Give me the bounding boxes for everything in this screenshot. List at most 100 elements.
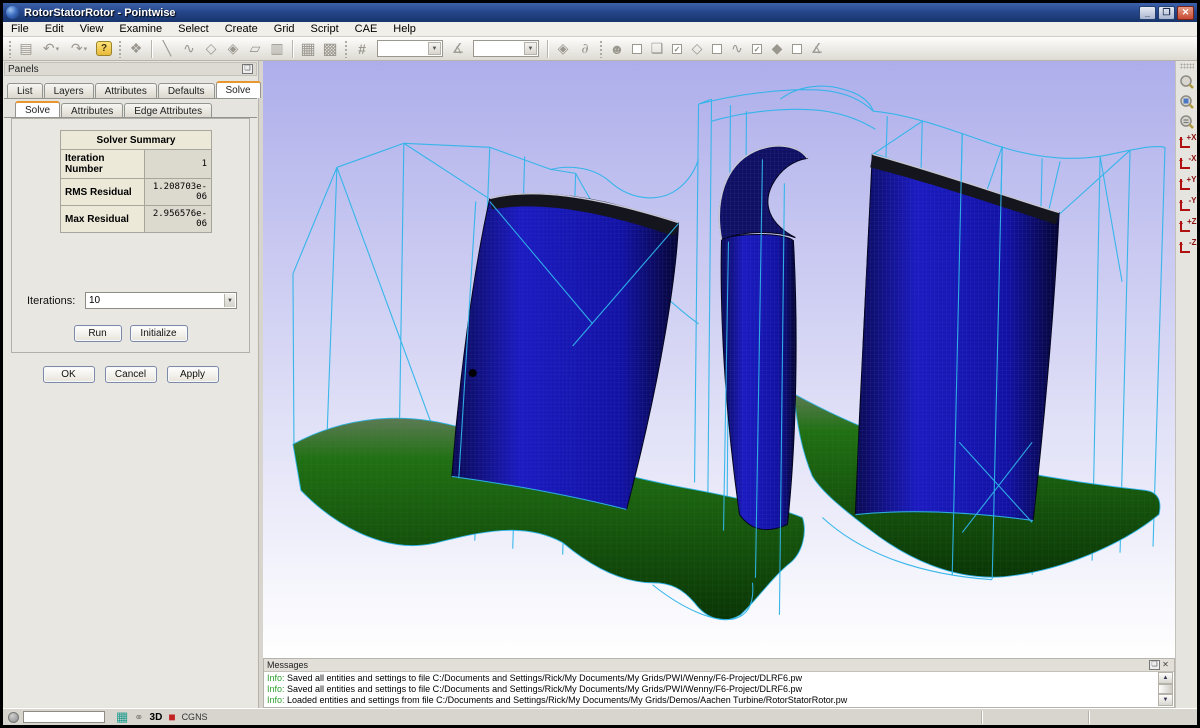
partial-derivative-icon[interactable]: ∂ [574, 39, 596, 59]
axis-label: -X [1189, 154, 1197, 163]
view-plus-y-button[interactable]: +Y [1177, 175, 1197, 194]
toolbar-grip[interactable] [599, 40, 603, 58]
restore-button[interactable]: ❐ [1158, 6, 1175, 20]
create-connector-icon[interactable]: ╲ [156, 39, 178, 59]
menu-cae[interactable]: CAE [347, 23, 386, 35]
mask-domains-checkbox[interactable] [712, 44, 722, 54]
statusbar-separator [1088, 711, 1089, 724]
initialize-button[interactable]: Initialize [130, 325, 188, 342]
diamond-tool-icon[interactable]: ◈ [552, 39, 574, 59]
tab-layers[interactable]: Layers [44, 83, 94, 98]
menu-examine[interactable]: Examine [111, 23, 170, 35]
zoom-extents-icon[interactable] [1178, 93, 1196, 111]
scroll-thumb[interactable] [1158, 684, 1173, 694]
undo-icon[interactable]: ↶▾ [37, 39, 65, 59]
iterations-label: Iterations: [27, 295, 85, 307]
scroll-up-icon[interactable]: ▲ [1158, 672, 1173, 684]
menu-create[interactable]: Create [217, 23, 266, 35]
toolbar-grip[interactable] [118, 40, 122, 58]
tab-attributes[interactable]: Attributes [95, 83, 157, 98]
menu-file[interactable]: File [3, 23, 37, 35]
dock-pin-icon[interactable]: ❏ [242, 64, 253, 74]
layer-stack-icon[interactable]: ❖ [125, 39, 147, 59]
help-icon[interactable]: ? [93, 39, 115, 59]
mask-domains-icon[interactable]: ◇ [686, 39, 708, 59]
message-level: Info: [267, 684, 285, 694]
solve-subtabs: Solve Attributes Edge Attributes [15, 102, 213, 118]
table-row: RMS Residual 1.208703e-06 [61, 179, 212, 206]
mask-points-icon[interactable]: ☻ [606, 39, 628, 59]
create-block-icon[interactable]: ▱ [244, 39, 266, 59]
mask-database-icon[interactable]: ◆ [766, 39, 788, 59]
minimize-button[interactable]: _ [1139, 6, 1156, 20]
combo-arrow-icon[interactable]: ▼ [524, 42, 537, 55]
menu-edit[interactable]: Edit [37, 23, 72, 35]
ok-button[interactable]: OK [43, 366, 95, 383]
toolbar-grip[interactable] [1180, 63, 1194, 69]
messages-list[interactable]: Info: Saved all entities and settings to… [265, 672, 1158, 706]
mask-points-checkbox[interactable] [632, 44, 642, 54]
create-domain-grid-icon[interactable]: ◈ [222, 39, 244, 59]
panel-tabs: List Layers Attributes Defaults Solve [7, 81, 262, 98]
toolbar-grip[interactable] [8, 40, 12, 58]
mask-blocks-checkbox[interactable]: ✓ [672, 44, 682, 54]
tab-list[interactable]: List [7, 83, 43, 98]
status-input[interactable] [23, 711, 105, 723]
link-icon[interactable]: ⚭ [134, 711, 143, 724]
tab-solve[interactable]: Solve [216, 81, 261, 98]
view-plus-z-button[interactable]: +Z [1177, 217, 1197, 236]
create-curve-icon[interactable]: ∿ [178, 39, 200, 59]
subtab-solve[interactable]: Solve [15, 101, 60, 118]
mask-blocks-icon[interactable]: ❑ [646, 39, 668, 59]
spacing-combobox[interactable]: ▼ [473, 40, 539, 57]
iterations-spinner-icon[interactable]: ▼ [224, 294, 235, 307]
selected-point[interactable] [469, 369, 477, 377]
cancel-button[interactable]: Cancel [105, 366, 157, 383]
app-globe-icon [6, 6, 19, 19]
max-residual-label: Max Residual [61, 206, 145, 233]
dimension-combobox[interactable]: ▼ [377, 40, 443, 57]
axis-label: +Z [1187, 217, 1197, 226]
spacing-icon[interactable]: ∡ [447, 39, 469, 59]
view-plus-x-button[interactable]: +X [1177, 133, 1197, 152]
unstructured-grid-icon[interactable]: ▩ [319, 39, 341, 59]
toolbar-grip[interactable] [344, 40, 348, 58]
viewport-3d-scene[interactable] [263, 61, 1175, 658]
zoom-in-icon[interactable] [1178, 73, 1196, 91]
menu-help[interactable]: Help [385, 23, 424, 35]
create-domain-icon[interactable]: ◇ [200, 39, 222, 59]
messages-close-icon[interactable]: ✕ [1160, 660, 1171, 670]
mask-connectors-checkbox[interactable]: ✓ [752, 44, 762, 54]
redo-icon[interactable]: ↷▾ [65, 39, 93, 59]
message-line: Info: Loaded entities and settings from … [267, 695, 1156, 706]
mask-database-checkbox[interactable] [792, 44, 802, 54]
mask-spacings-icon[interactable]: ∡ [806, 39, 828, 59]
menu-select[interactable]: Select [170, 23, 217, 35]
menu-script[interactable]: Script [303, 23, 347, 35]
view-minus-x-button[interactable]: -X [1177, 154, 1197, 173]
title-bar[interactable]: RotorStatorRotor - Pointwise _ ❐ ✕ [3, 3, 1197, 22]
combo-arrow-icon[interactable]: ▼ [428, 42, 441, 55]
save-icon[interactable]: ▤ [15, 39, 37, 59]
subtab-attributes[interactable]: Attributes [61, 103, 123, 118]
viewport-3d[interactable] [263, 61, 1175, 658]
apply-button[interactable]: Apply [167, 366, 219, 383]
tab-defaults[interactable]: Defaults [158, 83, 215, 98]
subtab-edge-attributes[interactable]: Edge Attributes [124, 103, 212, 118]
view-minus-y-button[interactable]: -Y [1177, 196, 1197, 215]
mask-connectors-icon[interactable]: ∿ [726, 39, 748, 59]
database-icon[interactable]: ▥ [266, 39, 288, 59]
dimension-icon[interactable]: # [351, 39, 373, 59]
structured-grid-icon[interactable]: ▦ [297, 39, 319, 59]
grid-mode-icon[interactable]: ▦ [116, 709, 128, 725]
close-button[interactable]: ✕ [1177, 6, 1194, 20]
menu-view[interactable]: View [72, 23, 112, 35]
dock-pin-icon[interactable]: ❏ [1149, 660, 1160, 670]
messages-scrollbar[interactable]: ▲ ▼ [1158, 672, 1173, 706]
view-minus-z-button[interactable]: -Z [1177, 238, 1197, 257]
menu-grid[interactable]: Grid [266, 23, 303, 35]
run-button[interactable]: Run [74, 325, 122, 342]
scroll-down-icon[interactable]: ▼ [1158, 694, 1173, 706]
iterations-input[interactable]: 10 ▼ [85, 292, 237, 309]
zoom-out-icon[interactable] [1178, 113, 1196, 131]
